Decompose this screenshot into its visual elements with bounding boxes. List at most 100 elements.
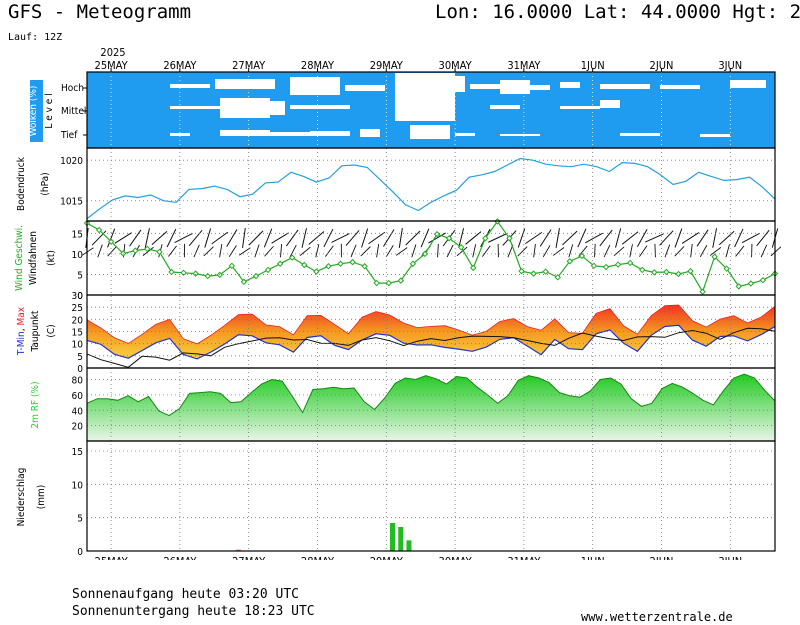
wind-barb [183, 243, 185, 258]
wind-axis-label: Wind Geschwi. [14, 225, 25, 291]
wind-barb [603, 244, 611, 258]
wind-barb [280, 243, 283, 258]
wind-barb [725, 244, 730, 258]
wind-speed-point [276, 260, 284, 267]
cloud-patch [290, 77, 340, 95]
wind-barb [594, 243, 596, 258]
wind-barb [751, 243, 753, 258]
temperature-unit-label: (C) [46, 324, 57, 337]
cloud-patch [520, 85, 550, 90]
wind-barb [340, 243, 342, 258]
cloud-patch [700, 134, 730, 137]
pressure-unit-label: (hPa) [40, 172, 51, 195]
wind-barb [525, 231, 543, 245]
x-tick-label-bottom: 3JUN [718, 555, 742, 560]
cloud-level-label: Hoch [61, 83, 84, 94]
wind-barb [639, 245, 648, 257]
wind-tick-label: 5 [77, 270, 83, 281]
wind-barb [226, 229, 238, 247]
wind-barb [599, 229, 613, 247]
wind-speed-point [337, 260, 344, 267]
sunset-text: Sonnenuntergang heute 18:23 UTC [72, 604, 315, 619]
pressure-tick-label: 1015 [60, 197, 83, 208]
wind-barb [398, 228, 403, 248]
wind-barb [299, 246, 311, 257]
wind-speed-point [542, 268, 549, 275]
wind-speed-point [651, 269, 658, 276]
wind-barb [383, 229, 395, 247]
wind-barb [584, 232, 603, 244]
wind-barb [562, 230, 578, 246]
wind-barb [350, 244, 357, 258]
wind-barb [681, 232, 700, 244]
wind-barb [301, 228, 307, 248]
wind-barb [248, 230, 264, 246]
precipitation-unit-label: (mm) [36, 485, 47, 510]
temperature-tick-label: 25 [72, 303, 83, 314]
cloud-patch [360, 129, 380, 137]
sunrise-text: Sonnenaufgang heute 03:20 UTC [72, 587, 299, 602]
cloud-patch [660, 85, 700, 89]
wind-barb [242, 228, 246, 248]
humidity-tick-label: 80 [72, 376, 84, 387]
x-tick-label-top: 3JUN [718, 59, 742, 72]
x-tick-label-bottom: 28MAY [301, 555, 335, 560]
wind-barb [211, 231, 229, 245]
wind-barb [193, 244, 200, 258]
wind-barb [264, 245, 274, 257]
wind-speed-point [687, 267, 694, 275]
cloud-cover-edge [766, 76, 775, 148]
temperature-tick-label: 20 [72, 315, 84, 326]
precipitation-bar [398, 527, 404, 551]
wind-barb [621, 231, 639, 245]
wind-barb [437, 243, 439, 258]
temperature-tick-label: 10 [72, 340, 84, 351]
humidity-tick-label: 40 [72, 406, 84, 417]
wind-barb [271, 232, 289, 244]
wind-barb [228, 245, 237, 258]
precipitation-bar [406, 540, 412, 551]
wind-barb [517, 246, 528, 257]
wind-barb [533, 243, 536, 258]
wind-speed-point [325, 263, 332, 270]
cloud-patch [410, 125, 450, 139]
wind-barb-axis-label: Windfahnen [28, 231, 39, 285]
wind-barb [699, 244, 708, 258]
cloud-patch [395, 96, 455, 121]
wind-barb [615, 228, 622, 248]
wind-barb [690, 243, 693, 258]
wind-barb [188, 230, 203, 246]
wind-barb [718, 230, 735, 246]
wind-barb [219, 244, 223, 258]
wind-barb [629, 244, 633, 258]
wind-barb [385, 245, 394, 258]
x-tick-label-bottom: 1JUN [581, 555, 605, 560]
wind-barb [712, 228, 718, 248]
x-tick-label-bottom: 29MAY [370, 555, 404, 560]
x-tick-label-top: 26MAY [163, 59, 197, 72]
wind-barb [497, 243, 499, 258]
wind-unit-label: (kt) [46, 250, 57, 266]
wind-barb [97, 244, 103, 258]
wind-barb [308, 231, 325, 245]
wind-speed-point [759, 276, 767, 284]
wind-barb [644, 233, 664, 243]
wind-barb [654, 243, 656, 258]
x-tick-label-bottom: 25MAY [95, 555, 129, 560]
temperature-axis-label: T-Min, Max [16, 306, 27, 356]
wind-speed-point [747, 280, 755, 287]
pressure-axis-label: Bodendruck [16, 156, 27, 211]
precipitation-tick-label: 5 [77, 514, 83, 525]
wind-speed-point [192, 270, 199, 277]
cloud-patch [310, 131, 350, 136]
temperature-range-band [87, 305, 775, 359]
cloud-patch [560, 82, 580, 88]
wind-barb [82, 247, 94, 256]
wind-barb [345, 230, 360, 246]
cloud-patch [620, 133, 660, 136]
wind-barb [114, 232, 132, 244]
wind-barb [395, 247, 408, 256]
cloud-level-axis-label: L e v e l [44, 93, 55, 128]
humidity-axis-label: 2m RF (%) [30, 381, 41, 428]
wind-barb [664, 244, 671, 258]
